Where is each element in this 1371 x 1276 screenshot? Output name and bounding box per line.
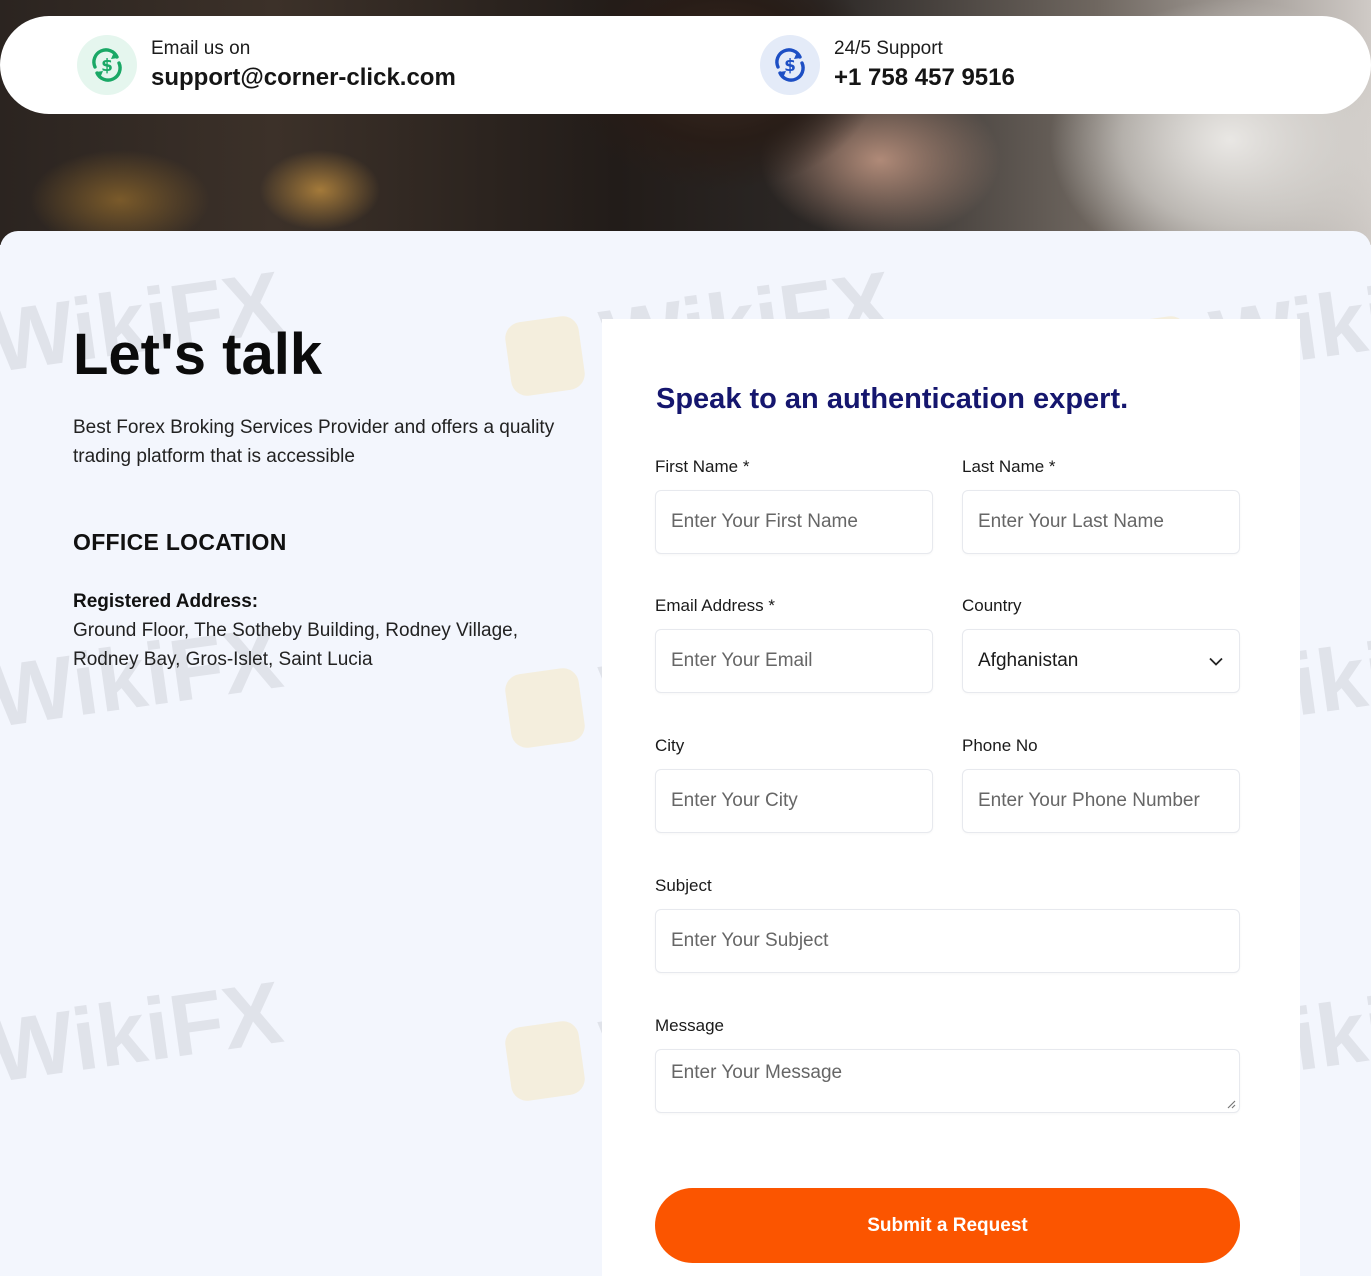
country-label: Country (962, 596, 1022, 615)
email-label: Email Address * (655, 596, 775, 615)
subject-field: Subject Enter Your Subject (655, 874, 1240, 973)
address-line-1: Ground Floor, The Sotheby Building, Rodn… (73, 620, 519, 641)
resize-handle-icon[interactable] (1226, 1099, 1236, 1109)
email-link[interactable]: support@corner-click.com (151, 62, 456, 94)
support-label: 24/5 Support (834, 38, 943, 59)
subject-input[interactable]: Enter Your Subject (655, 909, 1240, 973)
phone-input[interactable]: Enter Your Phone Number (962, 769, 1240, 833)
support-contact: $ 24/5 Support +1 758 457 9516 (760, 16, 1015, 114)
form-title: Speak to an authentication expert. (656, 383, 1129, 415)
city-input[interactable]: Enter Your City (655, 769, 933, 833)
chevron-down-icon (1209, 650, 1223, 672)
last-name-label: Last Name * (962, 457, 1056, 476)
address-label: Registered Address: (73, 591, 259, 612)
email-field: Email Address * Enter Your Email (655, 594, 933, 693)
first-name-label: First Name * (655, 457, 750, 476)
office-location-title: OFFICE LOCATION (73, 529, 287, 555)
city-label: City (655, 736, 685, 755)
contact-section: WikiFX WikiFX WikiFX WikiFX WikiFX WikiF… (0, 231, 1371, 1276)
first-name-input[interactable]: Enter Your First Name (655, 490, 933, 554)
watermark-logo (503, 666, 587, 750)
email-contact: $ Email us on support@corner-click.com (77, 16, 456, 114)
country-select[interactable]: Afghanistan (962, 629, 1240, 693)
message-textarea[interactable]: Enter Your Message (655, 1049, 1240, 1113)
contact-bar: $ Email us on support@corner-click.com $… (0, 16, 1371, 114)
page: $ Email us on support@corner-click.com $… (0, 0, 1371, 1276)
last-name-input[interactable]: Enter Your Last Name (962, 490, 1240, 554)
address-line-2: Rodney Bay, Gros-Islet, Saint Lucia (73, 649, 373, 670)
phone-link[interactable]: +1 758 457 9516 (834, 62, 1015, 94)
email-input[interactable]: Enter Your Email (655, 629, 933, 693)
country-value: Afghanistan (978, 650, 1079, 671)
intro-description: Best Forex Broking Services Provider and… (73, 417, 555, 467)
phone-field: Phone No Enter Your Phone Number (962, 734, 1240, 833)
svg-text:$: $ (101, 56, 113, 76)
subject-label: Subject (655, 876, 712, 895)
phone-label: Phone No (962, 736, 1038, 755)
contact-form: Speak to an authentication expert. First… (602, 319, 1300, 1276)
email-label: Email us on (151, 38, 251, 59)
watermark-text: WikiFX (0, 962, 288, 1101)
message-label: Message (655, 1016, 724, 1035)
message-placeholder: Enter Your Message (671, 1062, 843, 1083)
watermark-logo (503, 1019, 587, 1103)
city-field: City Enter Your City (655, 734, 933, 833)
submit-button[interactable]: Submit a Request (655, 1188, 1240, 1263)
page-title: Let's talk (73, 322, 323, 387)
last-name-field: Last Name * Enter Your Last Name (962, 455, 1240, 554)
currency-exchange-icon: $ (760, 35, 820, 95)
country-field: Country Afghanistan (962, 594, 1240, 693)
first-name-field: First Name * Enter Your First Name (655, 455, 933, 554)
intro-column: Let's talk Best Forex Broking Services P… (73, 321, 563, 674)
currency-exchange-icon: $ (77, 35, 137, 95)
svg-text:$: $ (784, 56, 796, 76)
message-field: Message Enter Your Message (655, 1014, 1240, 1113)
